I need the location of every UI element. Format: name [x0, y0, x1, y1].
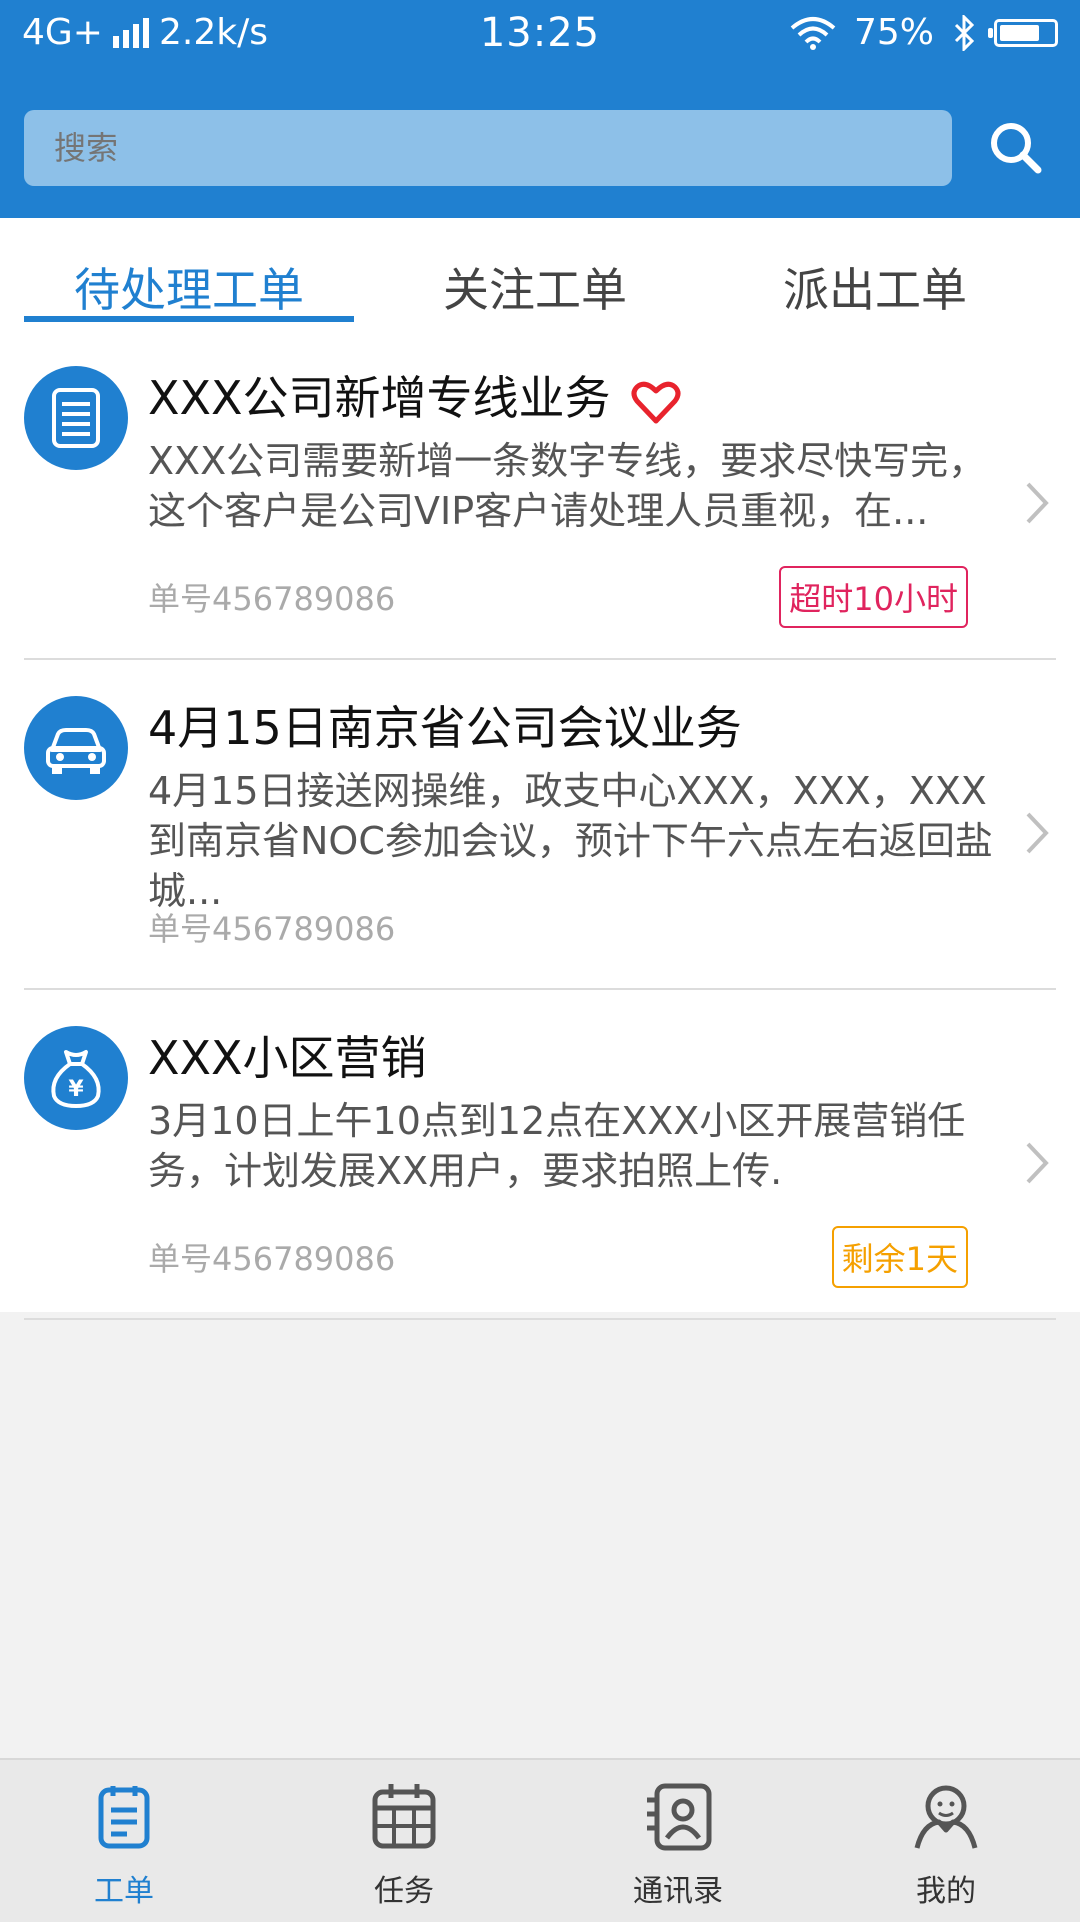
status-bar: 4G+ 2.2k/s 13:25 75%: [0, 0, 1080, 72]
nav-label: 任务: [374, 1874, 434, 1909]
tab-followed[interactable]: 关注工单: [400, 254, 670, 320]
nav-profile[interactable]: 我的: [846, 1780, 1046, 1910]
nav-contacts[interactable]: 通讯录: [578, 1780, 778, 1910]
bottom-nav: 工单 任务 通讯录 我的: [0, 1758, 1080, 1922]
work-order-description: 4月15日接送网操维，政支中心XXX，XXX，XXX到南京省NOC参加会议，预计…: [148, 769, 993, 913]
wifi-icon: [790, 16, 836, 50]
tab-active-indicator: [24, 316, 354, 322]
bluetooth-icon: [954, 14, 975, 51]
work-order-title: XXX公司新增专线业务: [148, 362, 681, 428]
contacts-icon: [647, 1783, 712, 1851]
search-bar: [0, 72, 1080, 218]
work-order-icon: [98, 1786, 150, 1849]
overdue-badge: 超时10小时: [779, 566, 968, 628]
clock: 13:25: [479, 10, 601, 56]
battery-icon: [988, 18, 1058, 47]
tab-dispatched[interactable]: 派出工单: [740, 254, 1010, 320]
nav-work-order[interactable]: 工单: [24, 1780, 224, 1910]
chevron-right-icon[interactable]: [1024, 810, 1050, 856]
profile-icon: [914, 1785, 978, 1849]
document-icon: [24, 366, 128, 470]
work-order-number: 单号456789086: [148, 580, 396, 618]
tab-pending[interactable]: 待处理工单: [24, 254, 354, 320]
chevron-right-icon[interactable]: [1024, 1140, 1050, 1186]
work-order-description: XXX公司需要新增一条数字专线，要求尽快写完，这个客户是公司VIP客户请处理人员…: [148, 439, 987, 533]
work-order-title: XXX小区营销: [148, 1031, 427, 1085]
tab-bar: 待处理工单 关注工单 派出工单: [0, 218, 1080, 330]
remaining-badge: 剩余1天: [831, 1226, 968, 1288]
calendar-icon: [372, 1784, 436, 1849]
search-input[interactable]: [24, 110, 952, 186]
work-order-item[interactable]: ¥ XXX小区营销 3月10日上午10点到12点在XXX小区开展营销任务，计划发…: [0, 990, 1080, 1320]
work-order-number: 单号456789086: [148, 1240, 396, 1278]
nav-task[interactable]: 任务: [304, 1780, 504, 1910]
battery-percent: 75%: [853, 12, 934, 53]
battery-fill: [1000, 24, 1039, 41]
nav-label: 我的: [916, 1874, 976, 1909]
divider: [24, 1318, 1056, 1320]
work-order-item[interactable]: XXX公司新增专线业务 XXX公司需要新增一条数字专线，要求尽快写完，这个客户是…: [0, 330, 1080, 660]
work-order-item[interactable]: 4月15日南京省公司会议业务 4月15日接送网操维，政支中心XXX，XXX，XX…: [0, 660, 1080, 990]
chevron-right-icon[interactable]: [1024, 480, 1050, 526]
work-order-title: 4月15日南京省公司会议业务: [148, 701, 742, 755]
search-icon[interactable]: [986, 118, 1046, 178]
work-order-list: XXX公司新增专线业务 XXX公司需要新增一条数字专线，要求尽快写完，这个客户是…: [0, 330, 1080, 1320]
svg-text:¥: ¥: [68, 1077, 84, 1102]
nav-label: 工单: [94, 1874, 154, 1909]
car-icon: [24, 696, 128, 800]
work-order-description: 3月10日上午10点到12点在XXX小区开展营销任务，计划发展XX用户，要求拍照…: [148, 1099, 966, 1193]
work-order-number: 单号456789086: [148, 910, 396, 948]
heart-icon[interactable]: [631, 379, 681, 425]
money-bag-icon: ¥: [24, 1026, 128, 1130]
nav-label: 通讯录: [633, 1874, 723, 1909]
